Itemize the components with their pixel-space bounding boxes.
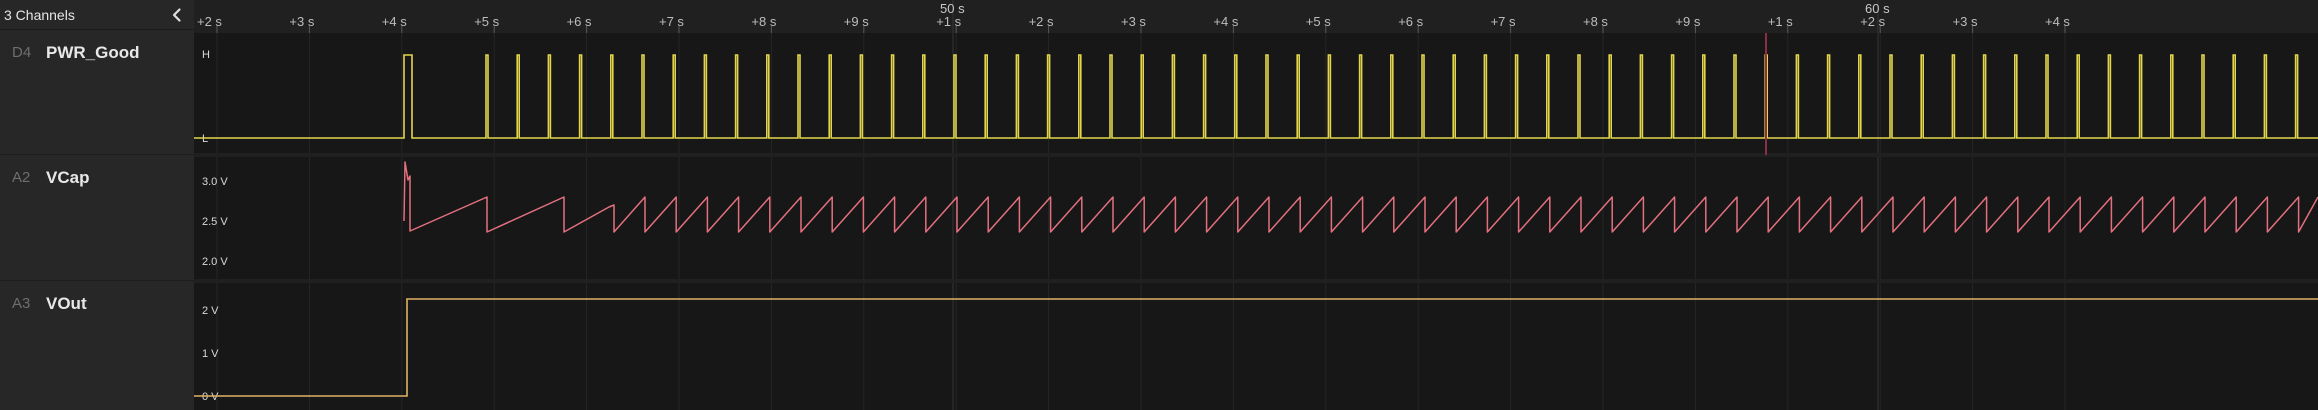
ruler-tick-label: +5 s [1306, 14, 1331, 29]
ruler-tick-label: +3 s [289, 14, 314, 29]
axis-label-low: L [202, 133, 208, 145]
channel-name: VCap [46, 168, 90, 187]
channel-sidebar: 3 Channels D4 PWR_Good A2 VCap A3 VOut [0, 0, 195, 410]
ruler-tick-label: +2 s [1029, 14, 1054, 29]
ruler-tick-label: +9 s [844, 14, 869, 29]
channel-name: PWR_Good [46, 43, 140, 62]
axis-label-1v: 1 V [202, 348, 219, 360]
plot-background [194, 0, 2318, 410]
ruler-tick-label: +4 s [382, 14, 407, 29]
ruler-tick-label: +4 s [1213, 14, 1238, 29]
ruler-tick-label: +5 s [474, 14, 499, 29]
axis-label-2-5v: 2.5 V [202, 216, 228, 228]
ruler-major-label: 50 s [940, 1, 965, 16]
channel-count-label: 3 Channels [4, 7, 75, 23]
ruler-tick-label: +1 s [936, 14, 961, 29]
channel-id: A3 [12, 295, 31, 312]
waveform-plot[interactable]: +2 s +3 s +4 s +5 s +6 s +7 s +8 s +9 s +1 s +2 s… [194, 0, 2318, 410]
ruler-tick-label: +6 s [567, 14, 592, 29]
ruler-tick-label: +4 s [2045, 14, 2070, 29]
time-ruler[interactable] [194, 0, 2318, 33]
channel-id: A2 [12, 169, 31, 186]
axis-label-high: H [202, 49, 210, 61]
axis-label-3v: 3.0 V [202, 176, 228, 188]
ruler-tick-label: +8 s [751, 14, 776, 29]
channel-row-vout[interactable]: A3 VOut [0, 281, 194, 410]
ruler-tick-label: +6 s [1398, 14, 1423, 29]
channel-row-pwr-good[interactable]: D4 PWR_Good [0, 30, 194, 155]
ruler-major-label: 60 s [1865, 1, 1890, 16]
axis-label-0v: 0 V [202, 391, 219, 403]
channel-row-vcap[interactable]: A2 VCap [0, 155, 194, 281]
axis-label-2v: 2.0 V [202, 256, 228, 268]
ruler-tick-label: +7 s [659, 14, 684, 29]
ruler-tick-label: +7 s [1491, 14, 1516, 29]
ruler-tick-label: +2 s [1860, 14, 1885, 29]
track-separator [194, 153, 2318, 157]
axis-label-2v: 2 V [202, 305, 219, 317]
ruler-tick-label: +3 s [1953, 14, 1978, 29]
ruler-tick-label: +2 s [197, 14, 222, 29]
sidebar-header: 3 Channels [0, 0, 194, 30]
ruler-tick-label: +1 s [1768, 14, 1793, 29]
ruler-tick-label: +3 s [1121, 14, 1146, 29]
track-separator [194, 279, 2318, 283]
logic-analyzer-window: 3 Channels D4 PWR_Good A2 VCap A3 VOut +… [0, 0, 2318, 410]
ruler-tick-label: +9 s [1675, 14, 1700, 29]
chevron-left-icon[interactable] [168, 6, 186, 24]
channel-id: D4 [12, 44, 32, 61]
ruler-tick-label: +8 s [1583, 14, 1608, 29]
channel-name: VOut [46, 294, 87, 313]
